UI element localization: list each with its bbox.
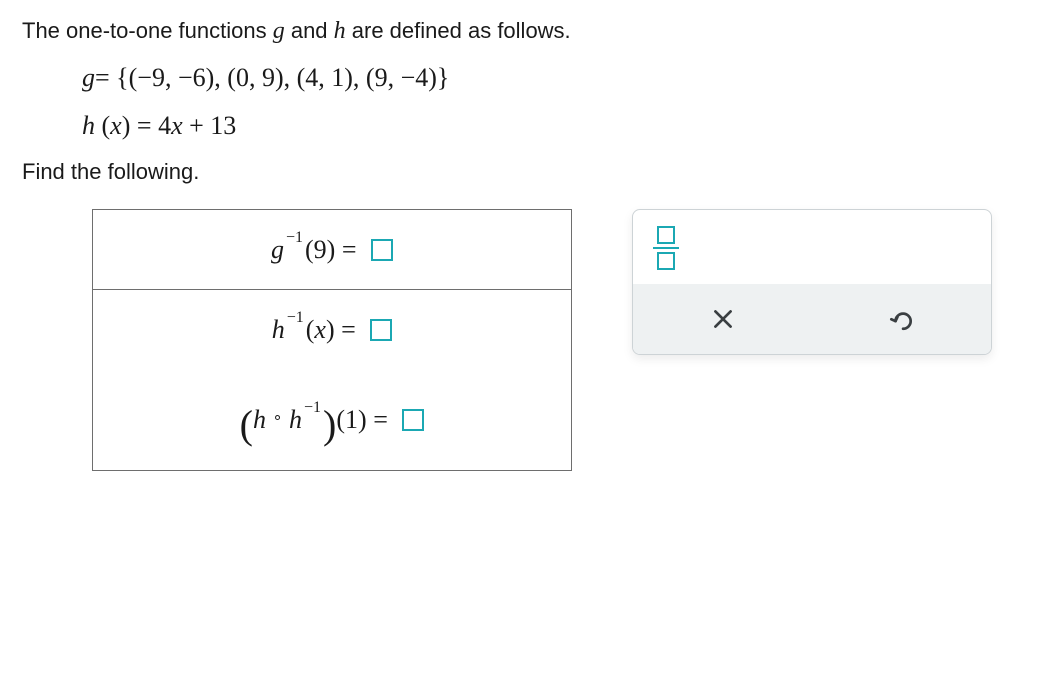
composite-arg: 1 — [345, 405, 358, 435]
inner-exp: −1 — [304, 399, 321, 417]
answer-table: g −1 (9) = h −1 (x) = ( h ∘ h −1 ) (1) = — [92, 209, 572, 471]
tool-panel — [632, 209, 992, 355]
answer-input-3[interactable] — [402, 409, 424, 431]
paren-open: ( — [336, 405, 345, 435]
close-icon — [710, 306, 736, 332]
intro-text: The one-to-one functions g and h are def… — [22, 18, 1026, 45]
outer-h: h — [253, 405, 266, 435]
answer-row-h-inverse: h −1 (x) = — [93, 290, 571, 370]
clear-button[interactable] — [633, 284, 812, 354]
circ-operator: ∘ — [272, 407, 282, 427]
tool-panel-bottom — [633, 284, 991, 354]
inner-h: h — [289, 405, 302, 435]
undo-icon — [889, 306, 915, 332]
big-paren-open: ( — [240, 401, 253, 448]
h-arg: x — [314, 315, 326, 345]
fraction-bottom-box-icon — [657, 252, 675, 270]
answer-input-2[interactable] — [370, 319, 392, 341]
fraction-bar-icon — [653, 247, 679, 249]
equals: = — [341, 315, 356, 345]
g-definition: g= {(−9, −6), (0, 9), (4, 1), (9, −4)} — [82, 63, 1026, 93]
answer-row-composite: ( h ∘ h −1 ) (1) = — [93, 370, 571, 470]
g-arg: 9 — [314, 235, 327, 265]
paren-close: ) — [326, 315, 335, 345]
fraction-top-box-icon — [657, 226, 675, 244]
undo-button[interactable] — [812, 284, 991, 354]
h-definition: h (x) = 4x + 13 — [82, 111, 1026, 141]
g-exp: −1 — [286, 229, 303, 247]
answer-input-1[interactable] — [371, 239, 393, 261]
h-exp: −1 — [287, 309, 304, 327]
find-prompt: Find the following. — [22, 159, 1026, 185]
h-base: h — [272, 315, 285, 345]
equals: = — [373, 405, 388, 435]
paren-close: ) — [358, 405, 367, 435]
paren-open: ( — [305, 235, 314, 265]
answer-row-g-inverse: g −1 (9) = — [93, 210, 571, 290]
big-paren-close: ) — [323, 401, 336, 448]
fraction-button[interactable] — [653, 226, 679, 270]
tool-panel-top — [633, 210, 991, 284]
equals: = — [342, 235, 357, 265]
g-base: g — [271, 235, 284, 265]
paren-close: ) — [327, 235, 336, 265]
